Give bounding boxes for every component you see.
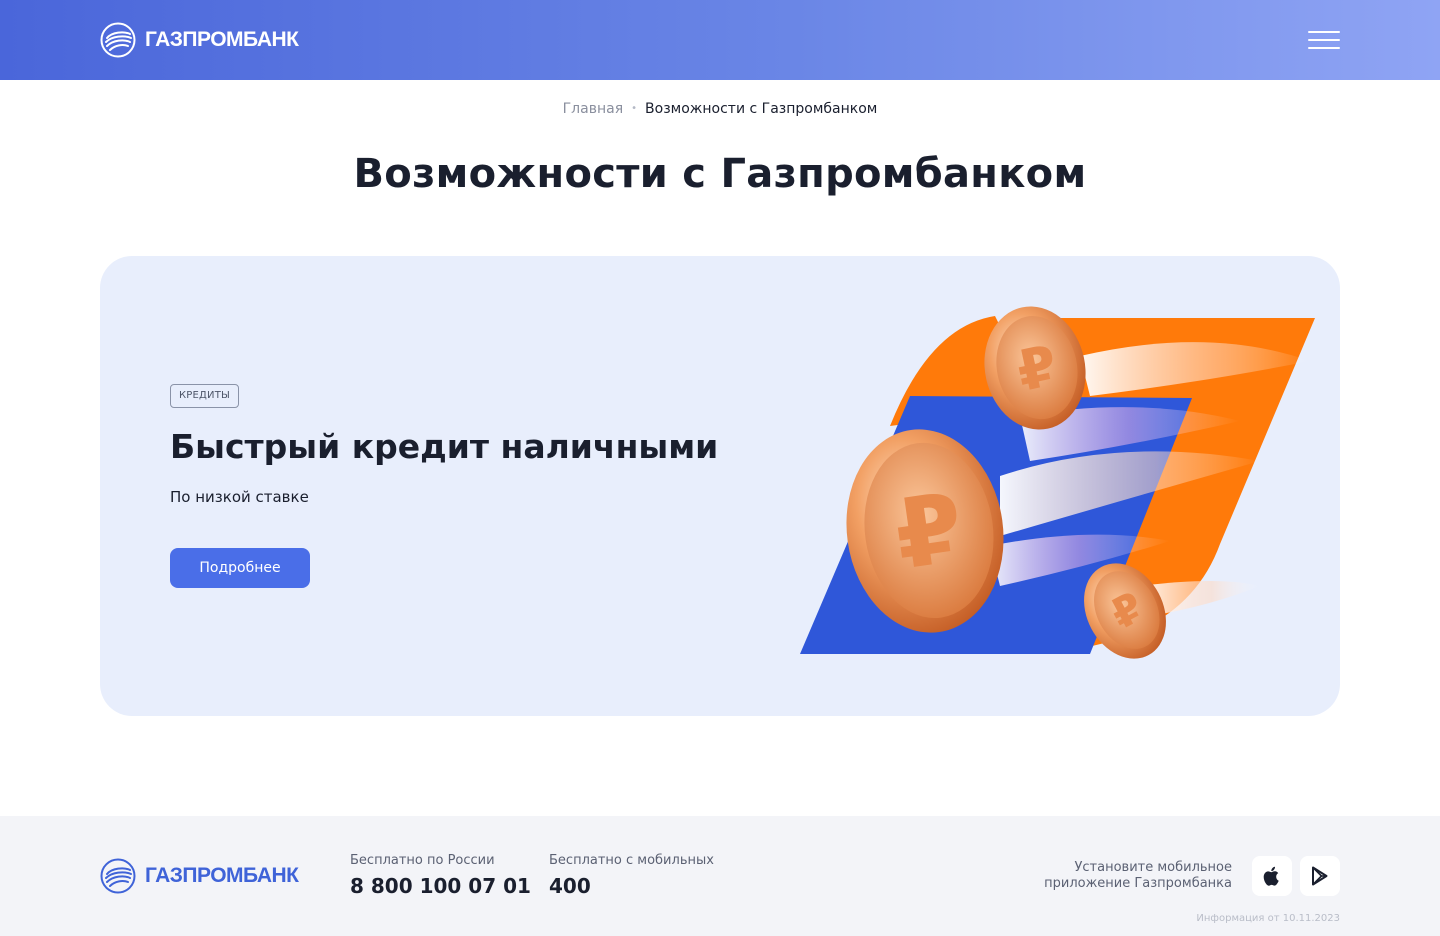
breadcrumb-current: Возможности с Газпромбанком (645, 101, 878, 117)
phone-russia: Бесплатно по России 8 800 100 07 01 (350, 852, 531, 900)
promo-card[interactable]: КРЕДИТЫ Быстрый кредит наличными По низк… (100, 256, 1340, 716)
breadcrumb-separator: • (631, 103, 638, 114)
more-details-button[interactable]: Подробнее (170, 548, 310, 588)
site-footer: ГАЗПРОМБАНК Бесплатно по России 8 800 10… (0, 816, 1440, 936)
phone-label: Бесплатно по России (350, 853, 495, 868)
phone-mobile: Бесплатно с мобильных 400 (549, 852, 714, 900)
phone-number-link[interactable]: 8 800 100 07 01 (350, 872, 531, 900)
burger-line (1308, 31, 1340, 33)
promo-subtitle: По низкой ставке (170, 488, 309, 506)
apple-icon (1263, 866, 1279, 886)
info-date: Информация от 10.11.2023 (1196, 913, 1340, 924)
phone-number-link[interactable]: 400 (549, 872, 714, 900)
google-play-button[interactable] (1300, 856, 1340, 896)
phone-label: Бесплатно с мобильных (549, 853, 714, 868)
ruble-coins-illustration: ₽ ₽ ₽ (800, 306, 1315, 659)
gazprombank-logo-icon (100, 22, 136, 58)
category-tag: КРЕДИТЫ (170, 384, 240, 408)
app-install-text: Установите мобильное приложение Газпромб… (1044, 860, 1232, 891)
footer-logo[interactable]: ГАЗПРОМБАНК (100, 858, 299, 894)
burger-menu-icon[interactable] (1306, 28, 1342, 52)
gazprombank-logo-icon (100, 858, 136, 894)
breadcrumb: Главная • Возможности с Газпромбанком (0, 99, 1440, 119)
app-store-button[interactable] (1252, 856, 1292, 896)
logo-text: ГАЗПРОМБАНК (145, 864, 299, 887)
header-logo[interactable]: ГАЗПРОМБАНК (100, 22, 299, 58)
site-header: ГАЗПРОМБАНК (0, 0, 1440, 80)
burger-line (1308, 39, 1340, 41)
breadcrumb-home-link[interactable]: Главная (563, 101, 623, 117)
page-title: Возможности с Газпромбанком (353, 151, 1087, 197)
promo-title: Быстрый кредит наличными (170, 427, 719, 466)
google-play-icon (1312, 866, 1328, 886)
logo-text: ГАЗПРОМБАНК (145, 28, 299, 51)
burger-line (1308, 47, 1340, 49)
